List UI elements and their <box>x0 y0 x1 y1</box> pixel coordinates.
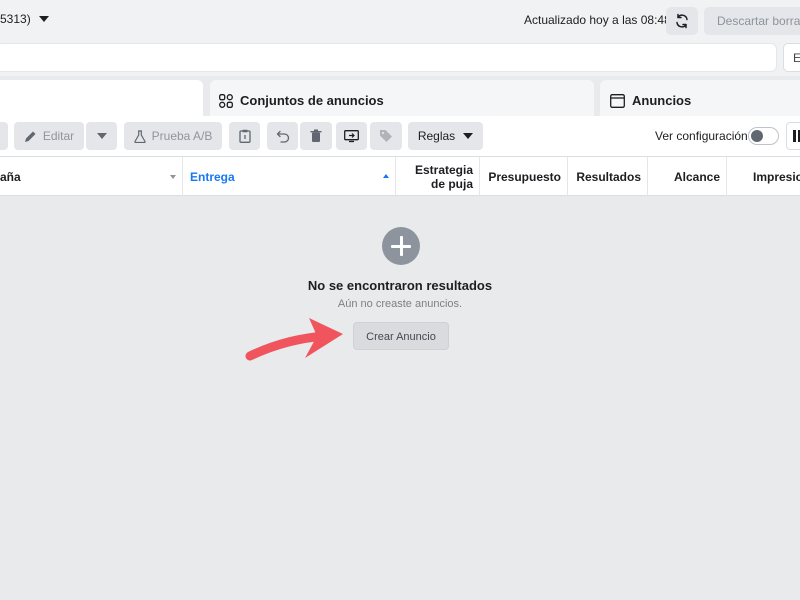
plus-circle-icon <box>382 227 420 265</box>
empty-state-subtitle: Aún no creaste anuncios. <box>337 298 463 310</box>
toggle-knob <box>751 130 763 142</box>
ad-window-icon <box>610 93 625 108</box>
pointer-arrow-icon <box>245 318 343 361</box>
rules-dropdown[interactable]: Reglas <box>408 122 483 150</box>
column-header-budget[interactable]: Presupuesto <box>480 157 568 196</box>
level-tabs: Conjuntos de anuncios Anuncios <box>0 76 800 118</box>
ab-test-label: Prueba A/B <box>151 129 213 143</box>
tab-ad-sets-label: Conjuntos de anuncios <box>240 93 384 108</box>
edit-dropdown-button[interactable] <box>86 122 117 150</box>
sort-ascending-icon <box>383 174 389 178</box>
pencil-icon <box>24 131 36 142</box>
rules-label: Reglas <box>417 129 456 143</box>
create-ad-button[interactable]: Crear Anuncio <box>353 322 449 350</box>
top-bar: 5313) Actualizado hoy a las 08:48 Descar… <box>0 0 800 40</box>
tab-ads[interactable]: Anuncios <box>600 80 800 118</box>
table-header: aña Entrega Estrategia de puja Presupues… <box>0 156 800 196</box>
column-header-bid-strategy[interactable]: Estrategia de puja <box>396 157 480 196</box>
discard-drafts-button[interactable]: Descartar borrad <box>704 7 800 35</box>
create-button-partial[interactable] <box>0 122 8 150</box>
ab-test-button[interactable]: Prueba A/B <box>124 122 222 150</box>
refresh-icon <box>676 13 688 29</box>
caret-down-icon <box>38 16 49 22</box>
preview-icon <box>344 129 359 142</box>
column-label: Entrega <box>190 170 235 184</box>
undo-icon <box>276 130 289 143</box>
search-row: E <box>0 40 800 76</box>
column-label: Resultados <box>576 170 641 184</box>
updated-timestamp: Actualizado hoy a las 08:48 <box>524 13 671 27</box>
column-header-campaign[interactable]: aña <box>0 157 183 196</box>
undo-button[interactable] <box>267 122 298 150</box>
column-label: aña <box>0 170 21 184</box>
toolbar: Editar Prueba A/B Reglas Ver configuraci… <box>0 116 800 156</box>
refresh-button[interactable] <box>666 7 698 35</box>
column-label: Impresion <box>753 170 800 184</box>
tab-campaigns[interactable] <box>0 80 203 118</box>
caret-down-icon <box>170 175 176 179</box>
edit-label: Editar <box>42 129 75 143</box>
account-label: 5313) <box>0 12 31 26</box>
column-label: Presupuesto <box>488 170 561 184</box>
grid-icon <box>219 93 233 108</box>
tag-icon <box>380 130 392 142</box>
column-header-impressions[interactable]: Impresion <box>727 157 800 196</box>
caret-down-icon <box>96 133 107 139</box>
column-label: Alcance <box>673 170 720 184</box>
column-header-reach[interactable]: Alcance <box>648 157 727 196</box>
delete-button[interactable] <box>300 122 332 150</box>
tag-button[interactable] <box>370 122 402 150</box>
flask-icon <box>133 129 146 143</box>
view-settings-label: Ver configuración <box>655 129 748 143</box>
caret-down-icon <box>463 133 474 139</box>
account-selector[interactable]: 5313) <box>0 12 49 26</box>
trash-icon <box>310 129 322 142</box>
search-input[interactable] <box>0 43 777 72</box>
empty-state-title: No se encontraron resultados <box>307 278 493 293</box>
tab-ad-sets[interactable]: Conjuntos de anuncios <box>210 80 594 118</box>
columns-button[interactable] <box>786 122 800 150</box>
preview-button[interactable] <box>336 122 367 150</box>
edit-button[interactable]: Editar <box>14 122 84 150</box>
columns-icon <box>793 130 800 142</box>
view-settings-toggle[interactable] <box>748 127 779 145</box>
duplicate-button[interactable] <box>229 122 260 150</box>
e-button[interactable]: E <box>783 43 800 72</box>
column-header-results[interactable]: Resultados <box>568 157 648 196</box>
tab-ads-label: Anuncios <box>632 93 692 108</box>
clipboard-icon <box>238 129 251 143</box>
column-header-delivery[interactable]: Entrega <box>183 157 396 196</box>
column-label: Estrategia de puja <box>414 163 473 191</box>
